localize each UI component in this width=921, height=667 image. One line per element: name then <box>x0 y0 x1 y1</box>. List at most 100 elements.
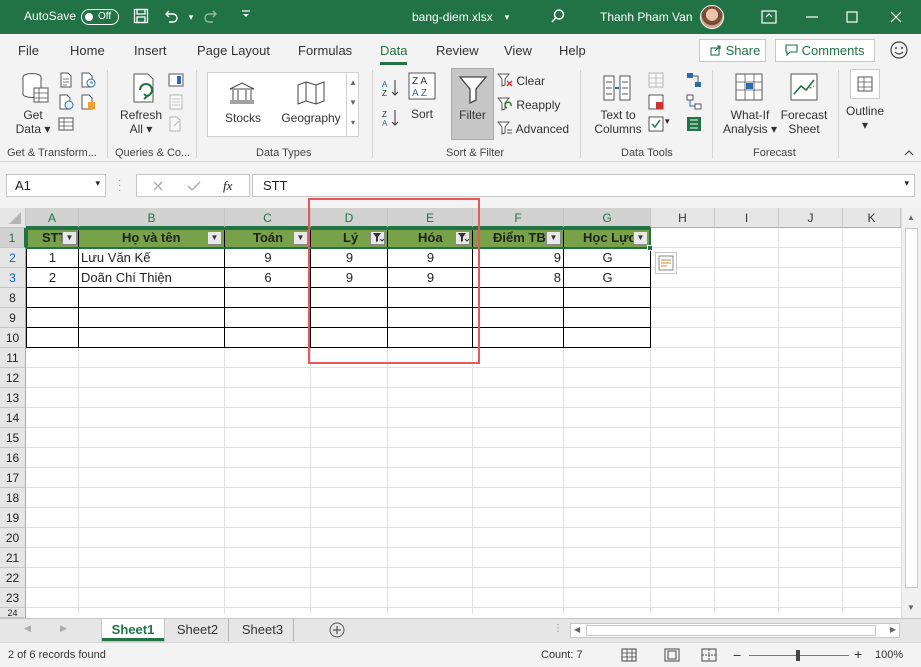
row-header[interactable]: 18 <box>0 488 26 508</box>
prev-sheet-icon[interactable]: ◀ <box>24 623 31 634</box>
from-text-icon[interactable] <box>58 72 74 91</box>
filter-button-active[interactable]: Filter <box>451 68 494 140</box>
undo-dropdown-icon[interactable]: ▾ <box>182 8 200 26</box>
name-box[interactable]: A1 ▾ <box>6 174 106 197</box>
user-avatar[interactable] <box>700 5 724 29</box>
from-table-icon[interactable] <box>58 116 74 135</box>
row-header[interactable]: 19 <box>0 508 26 528</box>
zoom-out-icon[interactable]: − <box>733 647 741 663</box>
column-header-h[interactable]: H <box>651 208 715 228</box>
row-header[interactable]: 23 <box>0 588 26 608</box>
consolidate-icon[interactable] <box>686 72 702 91</box>
flash-fill-icon[interactable] <box>648 72 664 91</box>
maximize-icon[interactable] <box>840 6 864 28</box>
get-data-button[interactable]: Get Data ▾ <box>8 108 58 136</box>
row-header[interactable]: 3 <box>0 268 26 288</box>
horizontal-scrollbar[interactable]: ◀ ▶ <box>570 623 900 638</box>
tab-split-grip-icon[interactable]: ⋮ <box>553 623 563 634</box>
table-cell[interactable]: G <box>564 268 651 288</box>
table-cell[interactable]: Lưu Văn Kế <box>81 248 223 268</box>
sort-z-a-icon[interactable]: ZA <box>381 108 401 131</box>
from-web-icon[interactable] <box>58 94 74 113</box>
formula-input[interactable]: STT ▾ <box>252 174 915 197</box>
reapply-button[interactable]: Reapply <box>496 96 560 112</box>
tab-home[interactable]: Home <box>70 43 105 58</box>
name-box-dropdown-icon[interactable]: ▾ <box>95 178 100 189</box>
next-sheet-icon[interactable]: ▶ <box>60 623 67 634</box>
vertical-scroll-thumb[interactable] <box>905 228 918 588</box>
tab-insert[interactable]: Insert <box>134 43 167 58</box>
what-if-analysis-button[interactable]: What-If Analysis ▾ <box>720 108 780 136</box>
row-header[interactable]: 16 <box>0 448 26 468</box>
refresh-all-button[interactable]: Refresh All ▾ <box>116 108 166 136</box>
column-header-a[interactable]: A <box>26 208 79 228</box>
table-cell[interactable]: 9 <box>225 248 311 268</box>
page-break-preview-icon[interactable] <box>701 648 717 665</box>
horizontal-scroll-thumb[interactable] <box>586 625 876 636</box>
properties-icon[interactable] <box>168 94 184 113</box>
table-cell[interactable]: 1 <box>26 248 79 268</box>
tab-file[interactable]: File <box>18 43 39 58</box>
table-cell[interactable]: G <box>564 248 651 268</box>
sheet-tab-sheet1[interactable]: Sheet1 <box>102 619 164 641</box>
spreadsheet-grid[interactable]: A B C D E F G H I J K 1 2 3 8 9 10 11 12… <box>0 198 921 618</box>
table-cell[interactable]: 8 <box>473 268 561 288</box>
select-all-corner[interactable] <box>0 208 26 228</box>
minimize-icon[interactable] <box>800 6 824 28</box>
normal-view-icon[interactable] <box>621 648 637 665</box>
zoom-level[interactable]: 100% <box>875 649 903 661</box>
table-cell[interactable]: 9 <box>473 248 561 268</box>
existing-connections-icon[interactable] <box>80 94 96 113</box>
zoom-in-icon[interactable]: + <box>854 646 862 662</box>
undo-icon[interactable] <box>162 8 180 26</box>
scroll-left-icon[interactable]: ◀ <box>574 625 580 634</box>
insert-function-button[interactable]: fx <box>223 178 232 194</box>
row-header[interactable]: 20 <box>0 528 26 548</box>
table-cell[interactable]: 6 <box>225 268 311 288</box>
column-header-f[interactable]: F <box>473 208 564 228</box>
row-header[interactable]: 24 <box>0 608 26 618</box>
ribbon-display-options-icon[interactable] <box>757 6 781 28</box>
autosave-toggle[interactable]: Off <box>81 9 119 25</box>
vertical-scrollbar[interactable]: ▲ ▼ <box>901 208 921 618</box>
page-layout-view-icon[interactable] <box>664 648 680 665</box>
redo-icon[interactable] <box>202 8 220 26</box>
text-to-columns-button[interactable]: Text to Columns <box>590 108 646 136</box>
scroll-right-icon[interactable]: ▶ <box>890 625 896 634</box>
forecast-sheet-button[interactable]: Forecast Sheet <box>776 108 832 136</box>
tab-page-layout[interactable]: Page Layout <box>197 43 270 58</box>
outline-button[interactable]: Outline ▾ <box>840 104 890 132</box>
advanced-filter-button[interactable]: Advanced <box>496 120 569 136</box>
column-header-i[interactable]: I <box>715 208 779 228</box>
formula-bar-grip-icon[interactable]: · · · <box>118 176 128 196</box>
tab-view[interactable]: View <box>504 43 532 58</box>
close-icon[interactable] <box>884 6 908 28</box>
table-cell[interactable]: 2 <box>26 268 79 288</box>
row-header[interactable]: 12 <box>0 368 26 388</box>
column-header-g[interactable]: G <box>564 208 651 228</box>
row-header[interactable]: 8 <box>0 288 26 308</box>
add-sheet-icon[interactable] <box>328 621 346 642</box>
zoom-slider[interactable] <box>749 650 849 661</box>
manage-data-model-icon[interactable] <box>686 116 702 135</box>
share-button[interactable]: Share <box>699 39 766 62</box>
save-icon[interactable] <box>132 8 150 26</box>
count-status[interactable]: Count: 7 <box>541 649 583 661</box>
customize-qat-icon[interactable] <box>237 8 255 26</box>
tab-formulas[interactable]: Formulas <box>298 43 352 58</box>
zoom-slider-thumb[interactable] <box>796 650 800 661</box>
row-header[interactable]: 1 <box>0 228 26 248</box>
sort-a-z-icon[interactable]: AZ <box>381 78 401 101</box>
geography-button[interactable]: Geography <box>278 111 344 125</box>
scroll-down-icon[interactable]: ▼ <box>907 603 915 612</box>
cancel-icon[interactable] <box>152 180 164 192</box>
row-header[interactable]: 9 <box>0 308 26 328</box>
data-validation-dropdown[interactable]: ▾ <box>665 116 670 127</box>
data-validation-icon[interactable] <box>648 116 664 135</box>
file-name[interactable]: bang-diem.xlsx <box>412 10 493 24</box>
row-header[interactable]: 22 <box>0 568 26 588</box>
scroll-up-icon[interactable]: ▲ <box>907 213 915 222</box>
column-header-c[interactable]: C <box>225 208 311 228</box>
remove-duplicates-icon[interactable] <box>648 94 664 113</box>
fill-handle[interactable] <box>647 245 653 251</box>
